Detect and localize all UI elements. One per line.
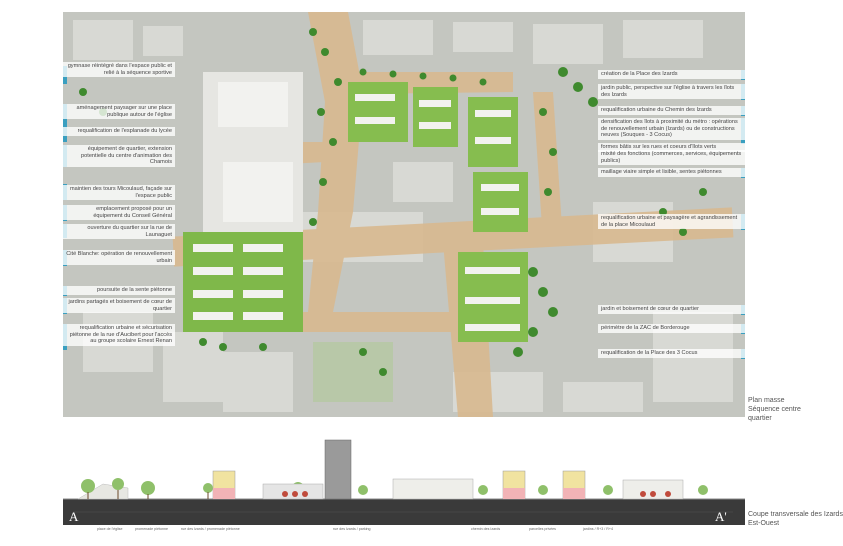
plan-caption: Plan masse Séquence centre quartier: [748, 396, 838, 423]
annotation-left-5: maintien des tours Micoulaud, façade sur…: [63, 185, 175, 201]
cross-section: A A' place de l'église promenade piétonn…: [63, 436, 745, 536]
annotation-left-6: emplacement proposé pour un équipement d…: [63, 205, 175, 221]
annotation-right-1: création de la Place des Izards: [598, 70, 745, 79]
annotation-right-10: périmètre de la ZAC de Borderouge: [598, 324, 745, 333]
annotation-left-7: ouverture du quartier sur la rue de Laun…: [63, 224, 175, 240]
left-housing-blocks: [183, 232, 303, 332]
annotation-right-4: densification des îlots à proximité du m…: [598, 118, 745, 140]
section-marker-right: A': [715, 509, 727, 524]
annotation-left-10: jardins partagés et boisement de cœur de…: [63, 298, 175, 314]
section-label: jardins / R+3 / R+4: [583, 527, 613, 531]
left-annotation-panel: gymnase réintégré dans l'espace public e…: [63, 12, 180, 417]
annotation-right-9: jardin et boisement de cœur de quartier: [598, 305, 745, 314]
section-label: rue des Izards / promenade piétonne: [181, 527, 240, 531]
section-drawing: [63, 439, 745, 525]
annotation-left-3: requalification de l'esplanade du lycée: [63, 127, 175, 136]
section-label: parcelles privées: [529, 527, 556, 531]
section-label: place de l'église: [97, 527, 123, 531]
section-caption-line: Coupe transversale des Izards: [748, 511, 843, 518]
right-annotation-panel: création de la Place des Izards jardin p…: [598, 12, 745, 417]
annotation-left-1: gymnase réintégré dans l'espace public e…: [63, 62, 175, 78]
plan-caption-line: quartier: [748, 415, 772, 422]
annotation-left-8: Cité Blanche: opération de renouvellemen…: [63, 250, 175, 266]
annotation-left-9: poursuite de la sente piétonne: [63, 286, 175, 295]
section-label: rue des Izards / parking: [333, 527, 371, 531]
annotation-right-3: requalification urbaine du Chemin des Iz…: [598, 106, 745, 115]
section-marker-left: A: [69, 509, 79, 524]
annotation-right-7: maillage viaire simple et lisible, sente…: [598, 168, 745, 177]
annotation-left-11: requalification urbaine et sécurisation …: [63, 324, 175, 346]
annotation-left-4: équipement de quartier, extension potent…: [63, 145, 175, 167]
plan-caption-line: Plan masse: [748, 397, 785, 404]
annotation-right-2: jardin public, perspective sur l'église …: [598, 84, 745, 100]
annotation-right-11: requalification de la Place des 3 Cocus: [598, 349, 745, 358]
plan-caption-line: Séquence centre: [748, 406, 801, 413]
section-caption-line: Est-Ouest: [748, 519, 780, 527]
section-label: chemin des Izards: [471, 527, 501, 531]
annotation-right-6: mixité des fonctions (commerces, service…: [598, 150, 745, 166]
annotation-left-2: aménagement paysager sur une place publi…: [63, 104, 175, 120]
annotation-right-8: requalification urbaine et paysagère et …: [598, 214, 745, 230]
section-caption: Coupe transversale des Izards Est-Ouest: [748, 511, 843, 528]
section-label: promenade piétonne: [135, 527, 168, 531]
